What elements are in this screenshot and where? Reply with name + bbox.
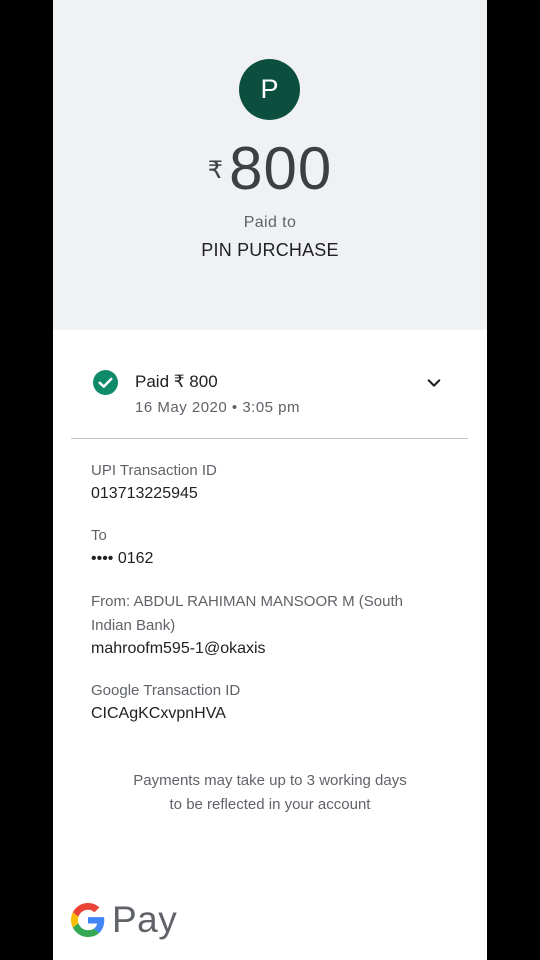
upi-transaction-id-label: UPI Transaction ID [91, 462, 217, 479]
google-transaction-id-value: CICAgKCxvpnHVA [91, 705, 226, 722]
payment-status-label: Paid ₹ 800 [135, 372, 218, 391]
to-account-value: •••• 0162 [91, 550, 154, 567]
payee-avatar: P [239, 59, 300, 120]
chevron-down-icon[interactable] [425, 374, 443, 392]
google-g-icon [71, 902, 105, 937]
google-pay-brand-text: Pay [112, 898, 178, 940]
from-account-label: From: ABDUL RAHIMAN MANSOOR M (South Ind… [91, 593, 403, 634]
amount-value: 800 [229, 135, 333, 202]
amount-display: ₹ 800 [53, 134, 487, 204]
check-circle-icon [93, 370, 118, 395]
payment-summary-header: P ₹ 800 Paid to PIN PURCHASE [53, 0, 487, 330]
section-divider [71, 438, 468, 439]
to-label: To [91, 527, 107, 544]
upi-transaction-id-value: 013713225945 [91, 485, 198, 502]
google-pay-logo: Pay [71, 897, 177, 942]
google-transaction-id-label: Google Transaction ID [91, 682, 241, 699]
payment-receipt-screen: P ₹ 800 Paid to PIN PURCHASE Paid ₹ 800 … [53, 0, 487, 960]
payee-name: PIN PURCHASE [201, 240, 339, 260]
from-upi-id-value: mahroofm595-1@okaxis [91, 640, 266, 657]
paid-to-label: Paid to [243, 214, 297, 231]
processing-note: Payments may take up to 3 working days t… [133, 772, 407, 813]
currency-symbol: ₹ [207, 157, 224, 184]
payment-datetime: 16 May 2020 • 3:05 pm [135, 399, 301, 416]
